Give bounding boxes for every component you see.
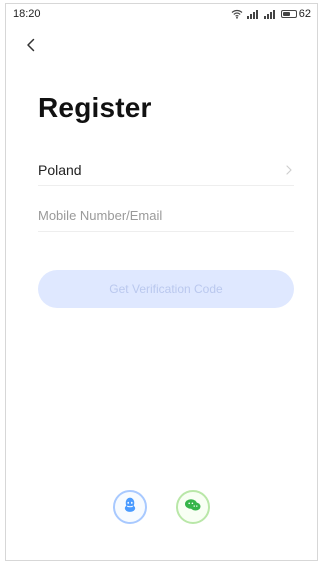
phone-screen: 18:20 62 Register Poland Mobile Number/E… (5, 3, 318, 561)
wifi-icon (231, 9, 243, 19)
chevron-right-icon (284, 164, 294, 175)
chevron-left-icon (25, 38, 37, 57)
status-icons: 62 (231, 8, 311, 20)
wechat-login-button[interactable] (176, 490, 210, 524)
back-button[interactable] (22, 38, 40, 56)
qq-login-button[interactable] (113, 490, 147, 524)
battery-icon (280, 10, 297, 18)
battery-indicator: 62 (280, 8, 311, 20)
mobile-email-field[interactable] (38, 200, 294, 232)
country-value: Poland (38, 161, 82, 178)
qq-icon (122, 496, 138, 519)
get-verification-code-button[interactable]: Get Verification Code (38, 270, 294, 308)
battery-level (282, 12, 290, 16)
social-login-row (6, 490, 317, 524)
signal-icon (263, 9, 277, 19)
status-time: 18:20 (13, 8, 41, 20)
wechat-icon (184, 497, 202, 518)
battery-percentage: 62 (298, 8, 311, 20)
get-verification-code-label: Get Verification Code (109, 282, 223, 296)
status-bar: 18:20 62 (6, 4, 317, 24)
country-selector[interactable]: Poland (38, 154, 294, 186)
page-title: Register (38, 92, 152, 123)
mobile-email-input[interactable] (38, 200, 294, 230)
signal-icon (246, 9, 260, 19)
